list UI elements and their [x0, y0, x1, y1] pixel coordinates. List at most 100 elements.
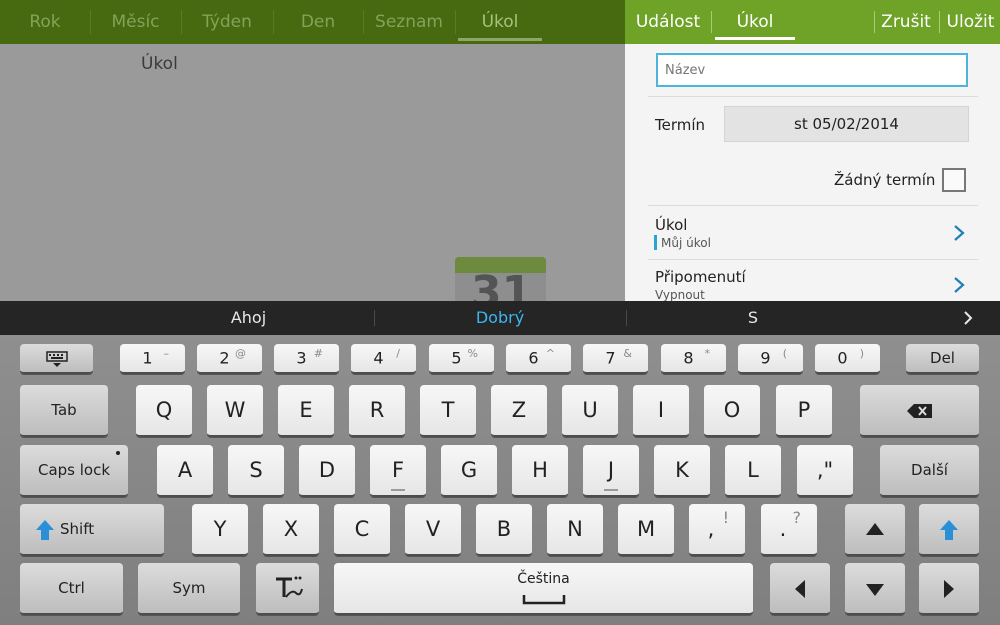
tab-list[interactable]: Seznam: [363, 0, 455, 44]
key-p[interactable]: P: [776, 385, 832, 437]
shift-arrow-icon: [940, 520, 958, 540]
key-k[interactable]: K: [654, 445, 710, 497]
key-a[interactable]: A: [157, 445, 213, 497]
divider: [648, 96, 978, 97]
key-f[interactable]: F: [370, 445, 426, 497]
key-0[interactable]: 0): [815, 344, 880, 374]
key-j[interactable]: J: [583, 445, 639, 497]
key-c[interactable]: C: [334, 504, 390, 556]
suggestion-bar: Ahoj Dobrý S: [0, 301, 1000, 335]
text-input-mode-key[interactable]: [256, 563, 319, 615]
tab-day[interactable]: Den: [273, 0, 363, 44]
key-comma-quote[interactable]: ,": [797, 445, 853, 497]
cancel-button[interactable]: Zrušit: [876, 0, 936, 44]
hide-keyboard-key[interactable]: [20, 344, 93, 374]
arrow-down-key[interactable]: [845, 563, 905, 615]
key-w[interactable]: W: [207, 385, 263, 437]
arrow-left-key[interactable]: [770, 563, 830, 615]
key-1[interactable]: 1–: [120, 344, 185, 374]
task-color-marker: [654, 235, 657, 250]
chevron-right-icon[interactable]: [952, 276, 966, 294]
key-z[interactable]: Z: [491, 385, 547, 437]
active-tab-indicator: [715, 37, 795, 40]
home-row-bump: [391, 489, 405, 491]
arrow-up-key[interactable]: [845, 504, 905, 556]
key-m[interactable]: M: [618, 504, 674, 556]
save-button[interactable]: Uložit: [941, 0, 1000, 44]
key-8[interactable]: 8 *: [661, 344, 726, 374]
caps-lock-indicator: [116, 451, 120, 455]
tab-key[interactable]: Tab: [20, 385, 108, 437]
divider: [648, 205, 978, 206]
caps-lock-key[interactable]: Caps lock: [20, 445, 128, 497]
key-y[interactable]: Y: [192, 504, 248, 556]
key-9[interactable]: 9(: [738, 344, 803, 374]
key-3[interactable]: 3 #: [274, 344, 339, 374]
reminder-label[interactable]: Připomenutí: [655, 268, 746, 286]
key-6[interactable]: 6 ^: [506, 344, 571, 374]
delete-key[interactable]: Del: [906, 344, 979, 374]
calendar-icon-number: 31: [471, 267, 533, 301]
tab-month[interactable]: Měsíc: [90, 0, 181, 44]
right-shift-key[interactable]: [919, 504, 979, 556]
key-o[interactable]: O: [704, 385, 760, 437]
task-category-label[interactable]: Úkol: [655, 216, 687, 234]
key-v[interactable]: V: [405, 504, 461, 556]
key-4[interactable]: 4/: [351, 344, 416, 374]
key-r[interactable]: R: [349, 385, 405, 437]
key-u[interactable]: U: [562, 385, 618, 437]
arrow-up-icon: [866, 523, 884, 535]
space-bar-icon: [522, 595, 566, 605]
handwriting-icon: [276, 576, 303, 598]
arrow-right-key[interactable]: [919, 563, 979, 615]
no-due-date-checkbox[interactable]: [942, 168, 966, 192]
due-date-button[interactable]: st 05/02/2014: [724, 106, 969, 142]
key-n[interactable]: N: [547, 504, 603, 556]
key-h[interactable]: H: [512, 445, 568, 497]
tab-week[interactable]: Týden: [181, 0, 273, 44]
key-t[interactable]: T: [420, 385, 476, 437]
suggestion-item[interactable]: S: [626, 301, 880, 335]
key-q[interactable]: Q: [136, 385, 192, 437]
active-tab-indicator: [458, 38, 542, 41]
key-l[interactable]: L: [725, 445, 781, 497]
key-e[interactable]: E: [278, 385, 334, 437]
keyboard-language-label: Čeština: [517, 571, 570, 587]
key-s[interactable]: S: [228, 445, 284, 497]
arrow-down-icon: [866, 584, 884, 596]
due-date-label: Termín: [655, 116, 706, 134]
tab-event[interactable]: Událost: [627, 0, 709, 44]
suggestion-item-highlighted[interactable]: Dobrý: [374, 301, 626, 335]
key-g[interactable]: G: [441, 445, 497, 497]
backspace-icon: [907, 404, 932, 418]
divider: [648, 259, 978, 260]
divider: [939, 11, 940, 33]
calendar-empty-icon: 31: [455, 257, 546, 301]
key-i[interactable]: I: [633, 385, 689, 437]
key-5[interactable]: 5%: [429, 344, 494, 374]
key-2[interactable]: 2 @: [197, 344, 262, 374]
space-key[interactable]: Čeština: [334, 563, 753, 615]
tab-year[interactable]: Rok: [0, 0, 90, 44]
arrow-right-icon: [944, 580, 954, 598]
key-x[interactable]: X: [263, 504, 319, 556]
task-list-heading: Úkol: [141, 54, 178, 74]
key-b[interactable]: B: [476, 504, 532, 556]
keyboard-hide-icon: [46, 351, 68, 367]
key-period[interactable]: .?: [761, 504, 817, 556]
chevron-right-icon[interactable]: [962, 310, 974, 326]
key-7[interactable]: 7 &: [583, 344, 648, 374]
shift-arrow-icon: [36, 520, 54, 540]
ctrl-key[interactable]: Ctrl: [20, 563, 123, 615]
chevron-right-icon[interactable]: [952, 224, 966, 242]
on-screen-keyboard: 1– 2 @ 3 # 4/ 5% 6 ^ 7 & 8 * 9( 0) Del Tab Q …: [0, 335, 1000, 625]
backspace-key[interactable]: [860, 385, 979, 437]
reminder-value: Vypnout: [655, 288, 705, 301]
key-comma[interactable]: ,!: [689, 504, 745, 556]
home-row-bump: [604, 489, 618, 491]
title-input[interactable]: [656, 53, 968, 87]
key-d[interactable]: D: [299, 445, 355, 497]
shift-key[interactable]: Shift: [20, 504, 164, 556]
next-key[interactable]: Další: [880, 445, 979, 497]
symbols-key[interactable]: Sym: [138, 563, 240, 615]
